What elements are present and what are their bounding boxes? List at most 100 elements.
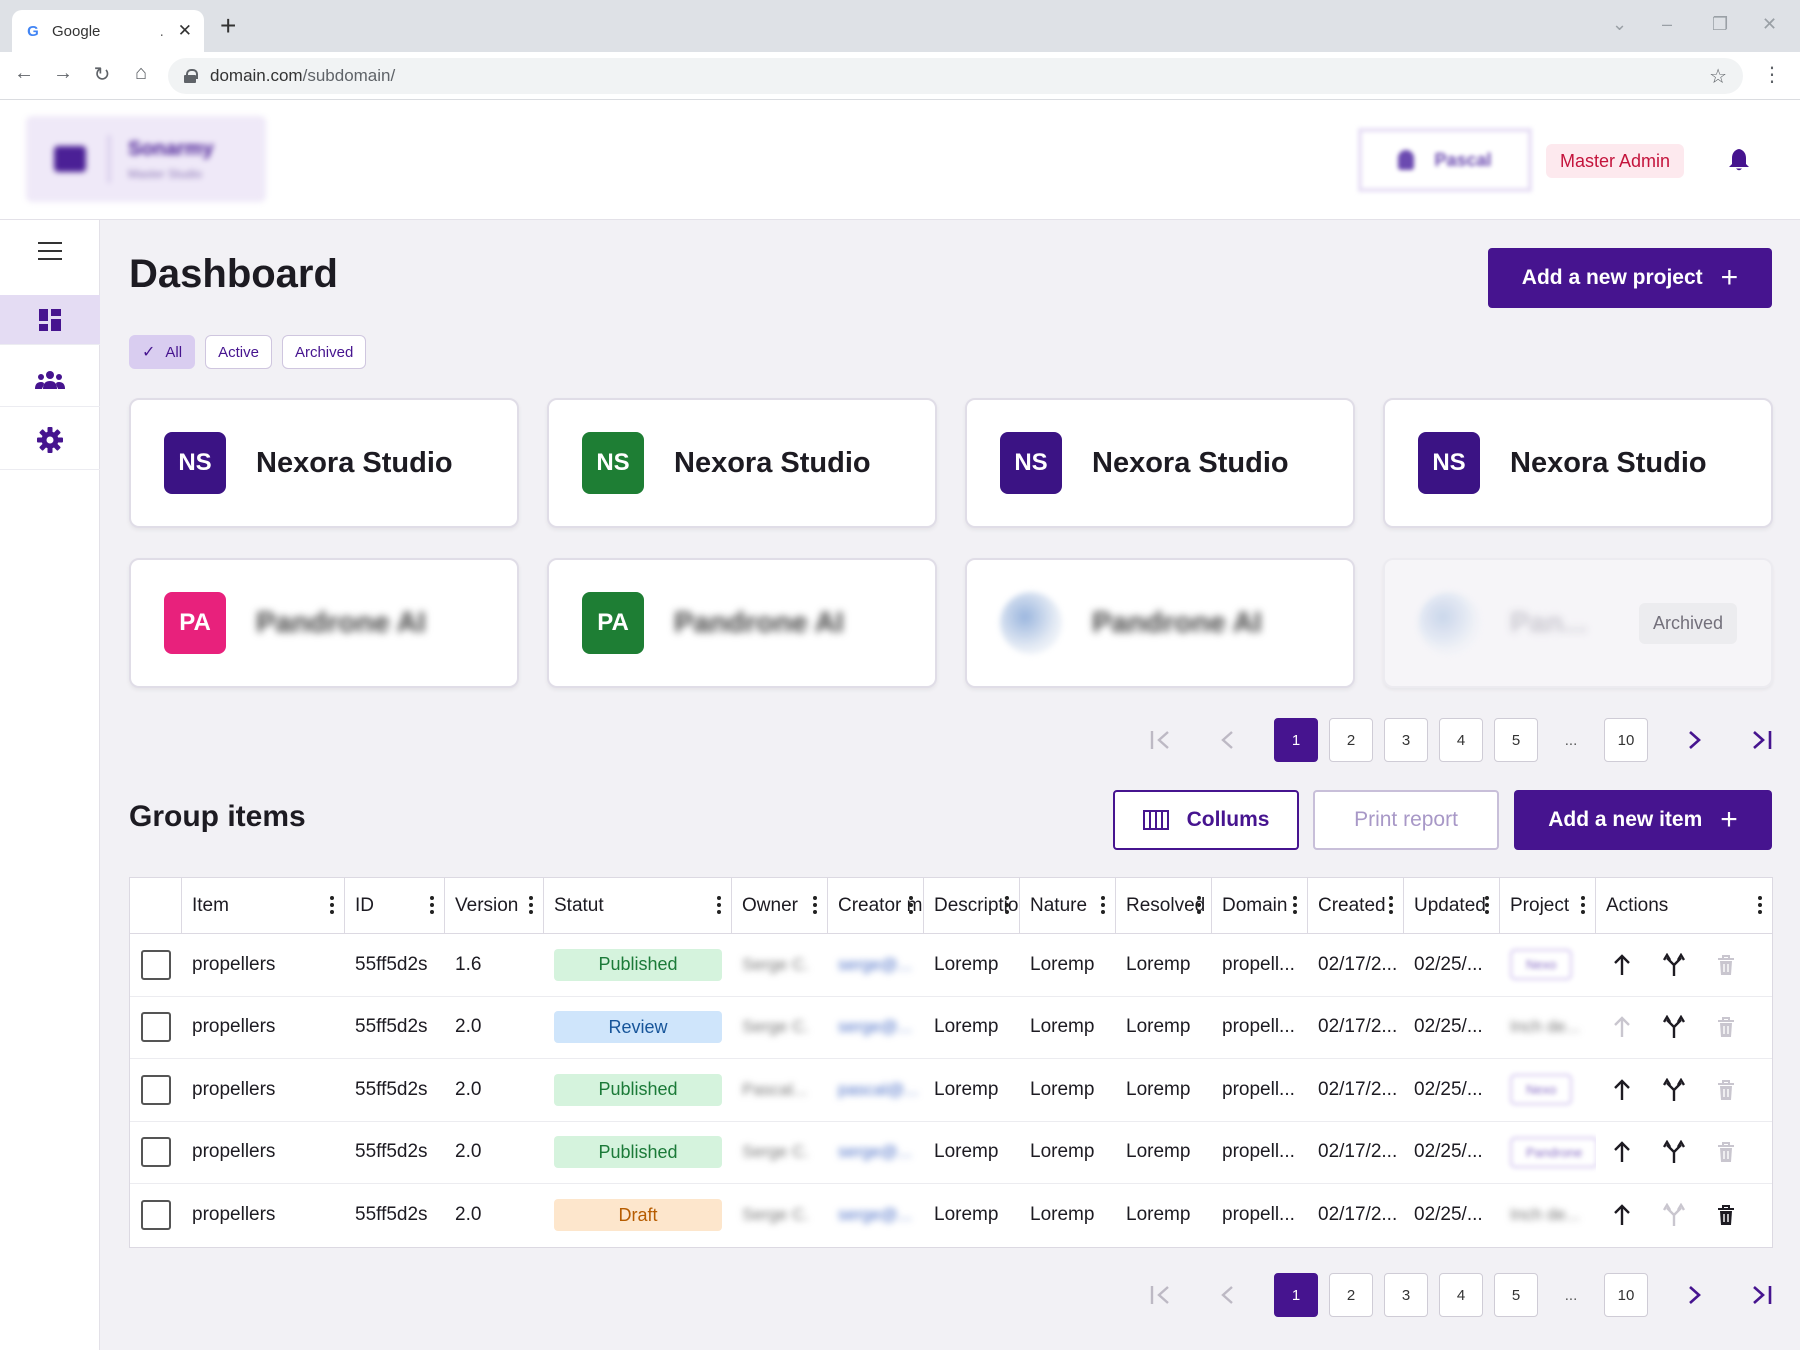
page-button-last[interactable]: 10 bbox=[1604, 718, 1648, 762]
page-button[interactable]: 1 bbox=[1274, 1273, 1318, 1317]
page-button-last[interactable]: 10 bbox=[1604, 1273, 1648, 1317]
browser-tab[interactable]: G Google . ✕ bbox=[12, 10, 204, 52]
creator-mail-link[interactable]: serge@... bbox=[838, 1017, 912, 1037]
column-menu-icon[interactable] bbox=[717, 896, 721, 916]
column-header-actions[interactable]: Actions bbox=[1596, 878, 1772, 933]
print-report-button[interactable]: Print report bbox=[1313, 790, 1499, 850]
page-button[interactable]: 5 bbox=[1494, 718, 1538, 762]
trash-icon[interactable] bbox=[1700, 1132, 1752, 1172]
column-header-resolved-in[interactable]: Resolved in bbox=[1116, 878, 1212, 933]
project-card[interactable]: NS Nexora Studio bbox=[965, 398, 1355, 528]
creator-mail-link[interactable]: serge@... bbox=[838, 955, 912, 975]
minimize-icon[interactable]: – bbox=[1662, 14, 1672, 35]
home-icon[interactable]: ⌂ bbox=[127, 62, 155, 85]
add-project-button[interactable]: Add a new project + bbox=[1488, 248, 1772, 308]
page-button[interactable]: 4 bbox=[1439, 718, 1483, 762]
column-header-statut[interactable]: Statut bbox=[544, 878, 732, 933]
merge-icon[interactable] bbox=[1648, 945, 1700, 985]
page-button[interactable]: 3 bbox=[1384, 1273, 1428, 1317]
page-button[interactable]: 4 bbox=[1439, 1273, 1483, 1317]
column-menu-icon[interactable] bbox=[1581, 896, 1585, 916]
trash-icon[interactable] bbox=[1700, 945, 1752, 985]
page-button[interactable]: 2 bbox=[1329, 718, 1373, 762]
merge-icon[interactable] bbox=[1648, 1070, 1700, 1110]
tab-search-icon[interactable]: ⌄ bbox=[1612, 14, 1627, 35]
prev-page-icon[interactable] bbox=[1206, 1273, 1250, 1317]
column-menu-icon[interactable] bbox=[529, 896, 533, 916]
sidebar-item-settings[interactable] bbox=[0, 410, 100, 470]
creator-mail-link[interactable]: serge@... bbox=[838, 1205, 912, 1225]
creator-mail-link[interactable]: pascal@... bbox=[838, 1080, 919, 1100]
filter-archived[interactable]: Archived bbox=[281, 335, 367, 369]
column-menu-icon[interactable] bbox=[1389, 896, 1393, 916]
column-menu-icon[interactable] bbox=[813, 896, 817, 916]
row-checkbox[interactable] bbox=[141, 1012, 171, 1043]
column-header-creator-mail[interactable]: Creator mail bbox=[828, 878, 924, 933]
filter-all[interactable]: ✓ All bbox=[129, 335, 196, 369]
trash-icon[interactable] bbox=[1700, 1007, 1752, 1047]
sidebar-item-dashboard[interactable] bbox=[0, 295, 100, 345]
address-bar[interactable]: domain.com/subdomain/ ☆ bbox=[168, 58, 1743, 94]
project-card[interactable]: NS Nexora Studio bbox=[547, 398, 937, 528]
merge-icon[interactable] bbox=[1648, 1007, 1700, 1047]
column-header-domain[interactable]: Domain bbox=[1212, 878, 1308, 933]
arrow-up-icon[interactable] bbox=[1596, 1132, 1648, 1172]
column-header-item[interactable]: Item bbox=[182, 878, 345, 933]
prev-page-icon[interactable] bbox=[1206, 718, 1250, 762]
column-header-project[interactable]: Project bbox=[1500, 878, 1596, 933]
column-menu-icon[interactable] bbox=[1101, 896, 1105, 916]
column-menu-icon[interactable] bbox=[909, 896, 913, 916]
trash-icon[interactable] bbox=[1700, 1070, 1752, 1110]
project-card[interactable]: PA Pandrone AI bbox=[547, 558, 937, 688]
column-header-updated[interactable]: Updated bbox=[1404, 878, 1500, 933]
back-icon[interactable]: ← bbox=[10, 62, 38, 85]
page-button[interactable]: 5 bbox=[1494, 1273, 1538, 1317]
first-page-icon[interactable] bbox=[1138, 1273, 1182, 1317]
first-page-icon[interactable] bbox=[1138, 718, 1182, 762]
brand-logo[interactable]: Sonarmy Master Studio bbox=[26, 116, 266, 202]
column-header-id[interactable]: ID bbox=[345, 878, 445, 933]
project-card[interactable]: NS Nexora Studio bbox=[1383, 398, 1773, 528]
column-header-owner[interactable]: Owner bbox=[732, 878, 828, 933]
filter-active[interactable]: Active bbox=[205, 335, 272, 369]
new-tab-button[interactable]: + bbox=[220, 12, 236, 40]
project-card[interactable]: NS Nexora Studio bbox=[129, 398, 519, 528]
page-button[interactable]: 2 bbox=[1329, 1273, 1373, 1317]
next-page-icon[interactable] bbox=[1672, 718, 1716, 762]
close-window-icon[interactable]: ✕ bbox=[1762, 14, 1777, 35]
creator-mail-link[interactable]: serge@... bbox=[838, 1142, 912, 1162]
column-header-version[interactable]: Version bbox=[445, 878, 544, 933]
project-card[interactable]: PA Pandrone AI bbox=[129, 558, 519, 688]
last-page-icon[interactable] bbox=[1740, 1273, 1784, 1317]
merge-icon[interactable] bbox=[1648, 1132, 1700, 1172]
merge-icon[interactable] bbox=[1648, 1195, 1700, 1235]
column-header-description[interactable]: Description bbox=[924, 878, 1020, 933]
column-menu-icon[interactable] bbox=[1005, 896, 1009, 916]
page-button[interactable]: 1 bbox=[1274, 718, 1318, 762]
page-button[interactable]: 3 bbox=[1384, 718, 1428, 762]
column-menu-icon[interactable] bbox=[330, 896, 334, 916]
column-menu-icon[interactable] bbox=[1293, 896, 1297, 916]
project-card-archived[interactable]: Pan... Archived bbox=[1383, 558, 1773, 688]
tab-close-icon[interactable]: ✕ bbox=[178, 21, 192, 41]
bookmark-star-icon[interactable]: ☆ bbox=[1709, 64, 1727, 89]
row-checkbox[interactable] bbox=[141, 949, 171, 980]
arrow-up-icon[interactable] bbox=[1596, 1070, 1648, 1110]
project-card[interactable]: Pandrone AI bbox=[965, 558, 1355, 688]
column-header-created[interactable]: Created bbox=[1308, 878, 1404, 933]
column-menu-icon[interactable] bbox=[1758, 896, 1762, 916]
columns-button[interactable]: Collums bbox=[1113, 790, 1299, 850]
arrow-up-icon[interactable] bbox=[1596, 1007, 1648, 1047]
arrow-up-icon[interactable] bbox=[1596, 1195, 1648, 1235]
arrow-up-icon[interactable] bbox=[1596, 945, 1648, 985]
next-page-icon[interactable] bbox=[1672, 1273, 1716, 1317]
row-checkbox[interactable] bbox=[141, 1200, 171, 1231]
menu-icon[interactable] bbox=[38, 242, 62, 260]
column-menu-icon[interactable] bbox=[1485, 896, 1489, 916]
forward-icon[interactable]: → bbox=[49, 62, 77, 85]
column-menu-icon[interactable] bbox=[430, 896, 434, 916]
sidebar-item-users[interactable] bbox=[0, 353, 100, 407]
user-menu-button[interactable]: Pascal bbox=[1358, 128, 1532, 192]
trash-icon[interactable] bbox=[1700, 1195, 1752, 1235]
add-item-button[interactable]: Add a new item + bbox=[1514, 790, 1772, 850]
